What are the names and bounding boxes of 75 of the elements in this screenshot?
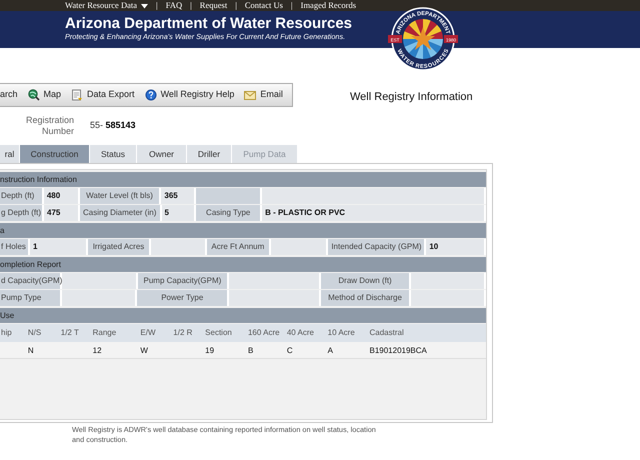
- field-label: Pump Capacity(GPM): [138, 273, 230, 289]
- section-header: nstruction Information: [0, 172, 486, 187]
- toolbar-button[interactable]: Email: [244, 88, 283, 102]
- nav-separator: |: [156, 0, 158, 11]
- tab[interactable]: Construction: [20, 145, 90, 163]
- site-title: Arizona Department of Water Resources: [65, 15, 352, 32]
- globe-icon: [28, 89, 40, 101]
- nav-separator: |: [190, 0, 192, 11]
- field-value: B - PLASTIC OR PVC: [262, 205, 486, 221]
- field-label: Irrigated Acres: [88, 239, 152, 255]
- column-header: Range: [92, 327, 118, 339]
- tab[interactable]: Status: [90, 145, 137, 163]
- tab[interactable]: Owner: [137, 145, 187, 163]
- field-label: g Depth (ft): [0, 205, 44, 221]
- field-value: 1: [30, 239, 88, 255]
- field-label: Pump Type: [0, 290, 62, 306]
- tab[interactable]: Driller: [187, 145, 232, 163]
- registration-label: Registration Number: [24, 115, 74, 137]
- column-header: 1/2 R: [172, 327, 194, 339]
- section-header: a: [0, 223, 486, 238]
- table-cell-text: A: [326, 345, 334, 357]
- column-header: 10 Acre: [326, 327, 356, 339]
- field-label: Depth (ft): [0, 188, 44, 204]
- field-label: f Holes: [0, 239, 30, 255]
- table-cell-text: N: [26, 345, 35, 357]
- field-label: Acre Ft Annum: [207, 239, 271, 255]
- tab[interactable]: ral: [0, 145, 20, 163]
- table-cell-text: C: [286, 345, 294, 357]
- field-label: Method of Discharge: [320, 290, 412, 306]
- field-value: [151, 239, 207, 255]
- field-value: 10: [426, 239, 486, 255]
- field-label: Power Type: [137, 290, 230, 306]
- column-header: 160 Acre: [246, 327, 281, 339]
- field-value: 475: [44, 205, 80, 221]
- nav-separator: |: [290, 0, 293, 11]
- nav-link[interactable]: Water Resource Data: [65, 0, 148, 11]
- toolbar-button[interactable]: Well Registry Help: [144, 88, 234, 102]
- field-value: [270, 239, 328, 255]
- table-cell-text: 12: [92, 345, 103, 357]
- nav-link[interactable]: Imaged Records: [300, 0, 356, 11]
- column-header: E/W: [139, 327, 157, 339]
- field-value: 365: [161, 188, 196, 204]
- column-header: 40 Acre: [286, 327, 315, 339]
- toolbar-button[interactable]: Data Export: [71, 88, 135, 102]
- field-label: Water Level (ft bls): [80, 188, 162, 204]
- toolbar-button[interactable]: arch: [0, 88, 18, 102]
- document-icon: [71, 89, 84, 101]
- nav-separator: |: [235, 0, 237, 11]
- section-header: ompletion Report: [0, 257, 486, 272]
- field-label: [196, 188, 262, 204]
- nav-link[interactable]: Contact Us: [244, 0, 283, 11]
- table-cell-text: 19: [204, 345, 216, 357]
- registration-number: 55- 585143: [90, 119, 136, 132]
- field-label: d Capacity(GPM): [0, 273, 62, 289]
- table-cell-text: B19012019BCA: [368, 345, 428, 357]
- nav-link[interactable]: Request: [200, 0, 228, 11]
- table-cell-text: W: [139, 345, 149, 357]
- field-label: Draw Down (ft): [320, 273, 412, 289]
- page-title: Well Registry Information: [350, 90, 473, 105]
- field-label: Casing Diameter (in): [80, 205, 162, 221]
- field-value: 480: [44, 188, 80, 204]
- column-header: Section: [204, 327, 233, 339]
- field-label: Casing Type: [196, 205, 262, 221]
- field-label: Intended Capacity (GPM): [328, 239, 426, 255]
- toolbar-button[interactable]: Map: [28, 88, 62, 102]
- table-cell-text: B: [246, 345, 254, 357]
- column-header: N/S: [26, 327, 42, 339]
- column-header: hip: [0, 327, 13, 339]
- field-value: 5: [162, 205, 196, 221]
- section-header: Use: [0, 308, 486, 323]
- column-header: 1/2 T: [60, 327, 80, 339]
- column-header: Cadastral: [368, 327, 405, 339]
- nav-link[interactable]: FAQ: [166, 0, 182, 11]
- help-icon: [144, 89, 157, 101]
- envelope-icon: [244, 89, 256, 101]
